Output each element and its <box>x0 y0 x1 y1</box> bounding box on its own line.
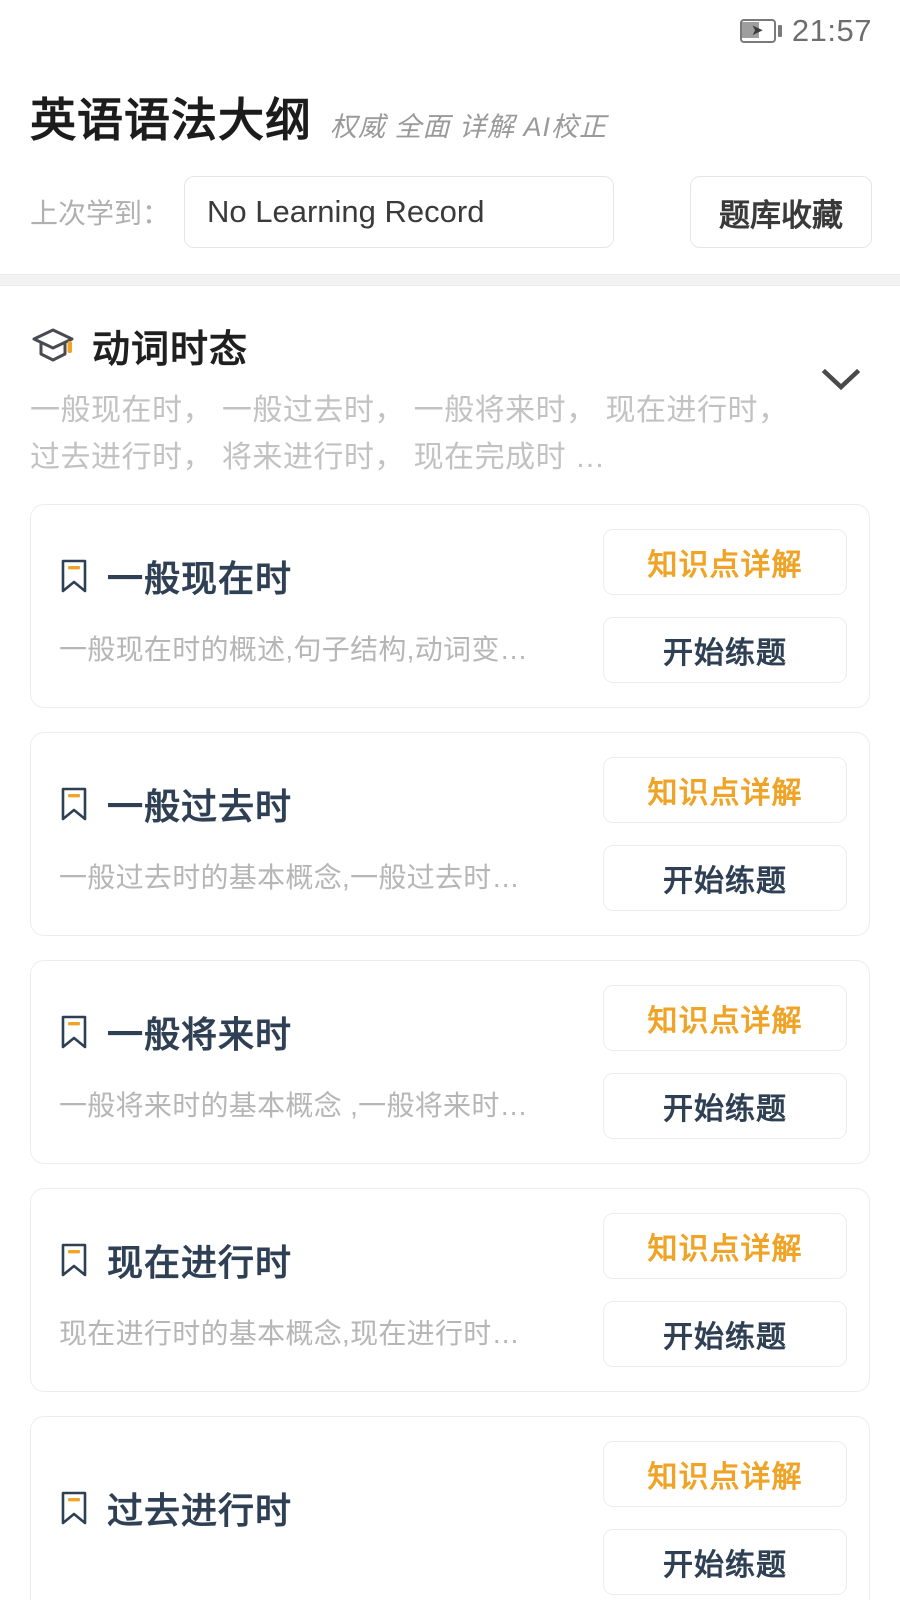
topic-card[interactable]: 一般现在时 一般现在时的概述,句子结构,动词变… 知识点详解 开始练题 <box>30 503 870 708</box>
card-main: 一般过去时 一般过去时的基本概念,一般过去时… <box>59 757 593 911</box>
card-actions: 知识点详解 开始练题 <box>603 756 847 911</box>
card-title-row: 现在进行时 <box>59 1234 593 1286</box>
status-bar: ➤ 21:57 <box>0 0 900 62</box>
topic-card[interactable]: 一般过去时 一般过去时的基本概念,一般过去时… 知识点详解 开始练题 <box>30 731 870 936</box>
section-title: 动词时态 <box>92 329 249 371</box>
knowledge-detail-button[interactable]: 知识点详解 <box>603 756 847 823</box>
card-title: 过去进行时 <box>107 1489 293 1531</box>
card-description: 一般过去时的基本概念,一般过去时… <box>59 861 520 893</box>
knowledge-detail-label: 知识点详解 <box>647 1460 803 1494</box>
start-practice-label: 开始练题 <box>663 1548 787 1582</box>
card-description: 一般现在时的概述,句子结构,动词变… <box>59 633 528 665</box>
knowledge-detail-label: 知识点详解 <box>647 1232 803 1266</box>
card-title: 一般将来时 <box>107 1013 293 1055</box>
card-main: 一般现在时 一般现在时的概述,句子结构,动词变… <box>59 529 593 683</box>
knowledge-detail-button[interactable]: 知识点详解 <box>603 1212 847 1279</box>
knowledge-detail-button[interactable]: 知识点详解 <box>603 1440 847 1507</box>
topic-card[interactable]: 一般将来时 一般将来时的基本概念 ,一般将来时… 知识点详解 开始练题 <box>30 959 870 1164</box>
bookmark-icon <box>61 1491 87 1525</box>
section-subtitle: 一般现在时， 一般过去时， 一般将来时， 现在进行时， 过去进行时， 将来进行时… <box>30 394 789 475</box>
last-learned-field[interactable]: No Learning Record <box>184 176 615 248</box>
start-practice-button[interactable]: 开始练题 <box>603 1528 847 1595</box>
card-main: 现在进行时 现在进行时的基本概念,现在进行时… <box>59 1213 593 1367</box>
page-tagline: 权威 全面 详解 AI校正 <box>330 112 608 142</box>
start-practice-label: 开始练题 <box>663 636 787 670</box>
header-divider <box>0 274 900 286</box>
section-verb-tense[interactable]: 动词时态 一般现在时， 一般过去时， 一般将来时， 现在进行时， 过去进行时， … <box>0 286 900 482</box>
knowledge-detail-label: 知识点详解 <box>647 548 803 582</box>
topic-card[interactable]: 过去进行时 知识点详解 开始练题 <box>30 1415 870 1600</box>
card-actions: 知识点详解 开始练题 <box>603 1212 847 1367</box>
start-practice-button[interactable]: 开始练题 <box>603 616 847 683</box>
start-practice-label: 开始练题 <box>663 1092 787 1126</box>
card-actions: 知识点详解 开始练题 <box>603 1440 847 1595</box>
last-learned-value: No Learning Record <box>207 194 485 229</box>
topic-card-list: 一般现在时 一般现在时的概述,句子结构,动词变… 知识点详解 开始练题 一般过去… <box>0 482 900 1600</box>
card-actions: 知识点详解 开始练题 <box>603 528 847 683</box>
start-practice-button[interactable]: 开始练题 <box>603 844 847 911</box>
last-learned-row: 上次学到： No Learning Record 题库收藏 <box>0 150 900 274</box>
bookmark-icon <box>61 1243 87 1277</box>
title-row: 英语语法大纲 权威 全面 详解 AI校正 <box>0 84 900 150</box>
start-practice-label: 开始练题 <box>663 864 787 898</box>
last-learned-label: 上次学到： <box>30 198 171 229</box>
bookmark-icon <box>61 1015 87 1049</box>
graduation-cap-icon <box>32 328 74 361</box>
card-title-row: 一般过去时 <box>59 778 593 830</box>
bookmark-icon <box>61 787 87 821</box>
section-title-row: 动词时态 <box>30 318 870 373</box>
knowledge-detail-label: 知识点详解 <box>647 1004 803 1038</box>
card-description: 一般将来时的基本概念 ,一般将来时… <box>59 1089 528 1121</box>
start-practice-label: 开始练题 <box>663 1320 787 1354</box>
app-header: 英语语法大纲 权威 全面 详解 AI校正 上次学到： No Learning R… <box>0 62 900 274</box>
bookmark-icon <box>61 559 87 593</box>
favorites-button-label: 题库收藏 <box>719 197 843 233</box>
chevron-down-icon[interactable] <box>818 364 864 394</box>
knowledge-detail-label: 知识点详解 <box>647 776 803 810</box>
topic-card[interactable]: 现在进行时 现在进行时的基本概念,现在进行时… 知识点详解 开始练题 <box>30 1187 870 1392</box>
card-main: 过去进行时 <box>59 1441 593 1595</box>
card-description: 现在进行时的基本概念,现在进行时… <box>59 1317 520 1349</box>
card-title-row: 一般现在时 <box>59 550 593 602</box>
status-bar-clock: 21:57 <box>791 13 872 48</box>
knowledge-detail-button[interactable]: 知识点详解 <box>603 528 847 595</box>
favorites-button[interactable]: 题库收藏 <box>690 176 872 248</box>
page-title: 英语语法大纲 <box>30 94 312 146</box>
card-title: 一般现在时 <box>107 557 293 599</box>
card-title: 现在进行时 <box>107 1241 293 1283</box>
card-title-row: 一般将来时 <box>59 1006 593 1058</box>
card-title-row: 过去进行时 <box>59 1482 593 1534</box>
card-title: 一般过去时 <box>107 785 293 827</box>
start-practice-button[interactable]: 开始练题 <box>603 1300 847 1367</box>
start-practice-button[interactable]: 开始练题 <box>603 1072 847 1139</box>
knowledge-detail-button[interactable]: 知识点详解 <box>603 984 847 1051</box>
battery-charging-icon: ➤ <box>739 19 782 43</box>
card-actions: 知识点详解 开始练题 <box>603 984 847 1139</box>
card-main: 一般将来时 一般将来时的基本概念 ,一般将来时… <box>59 985 593 1139</box>
